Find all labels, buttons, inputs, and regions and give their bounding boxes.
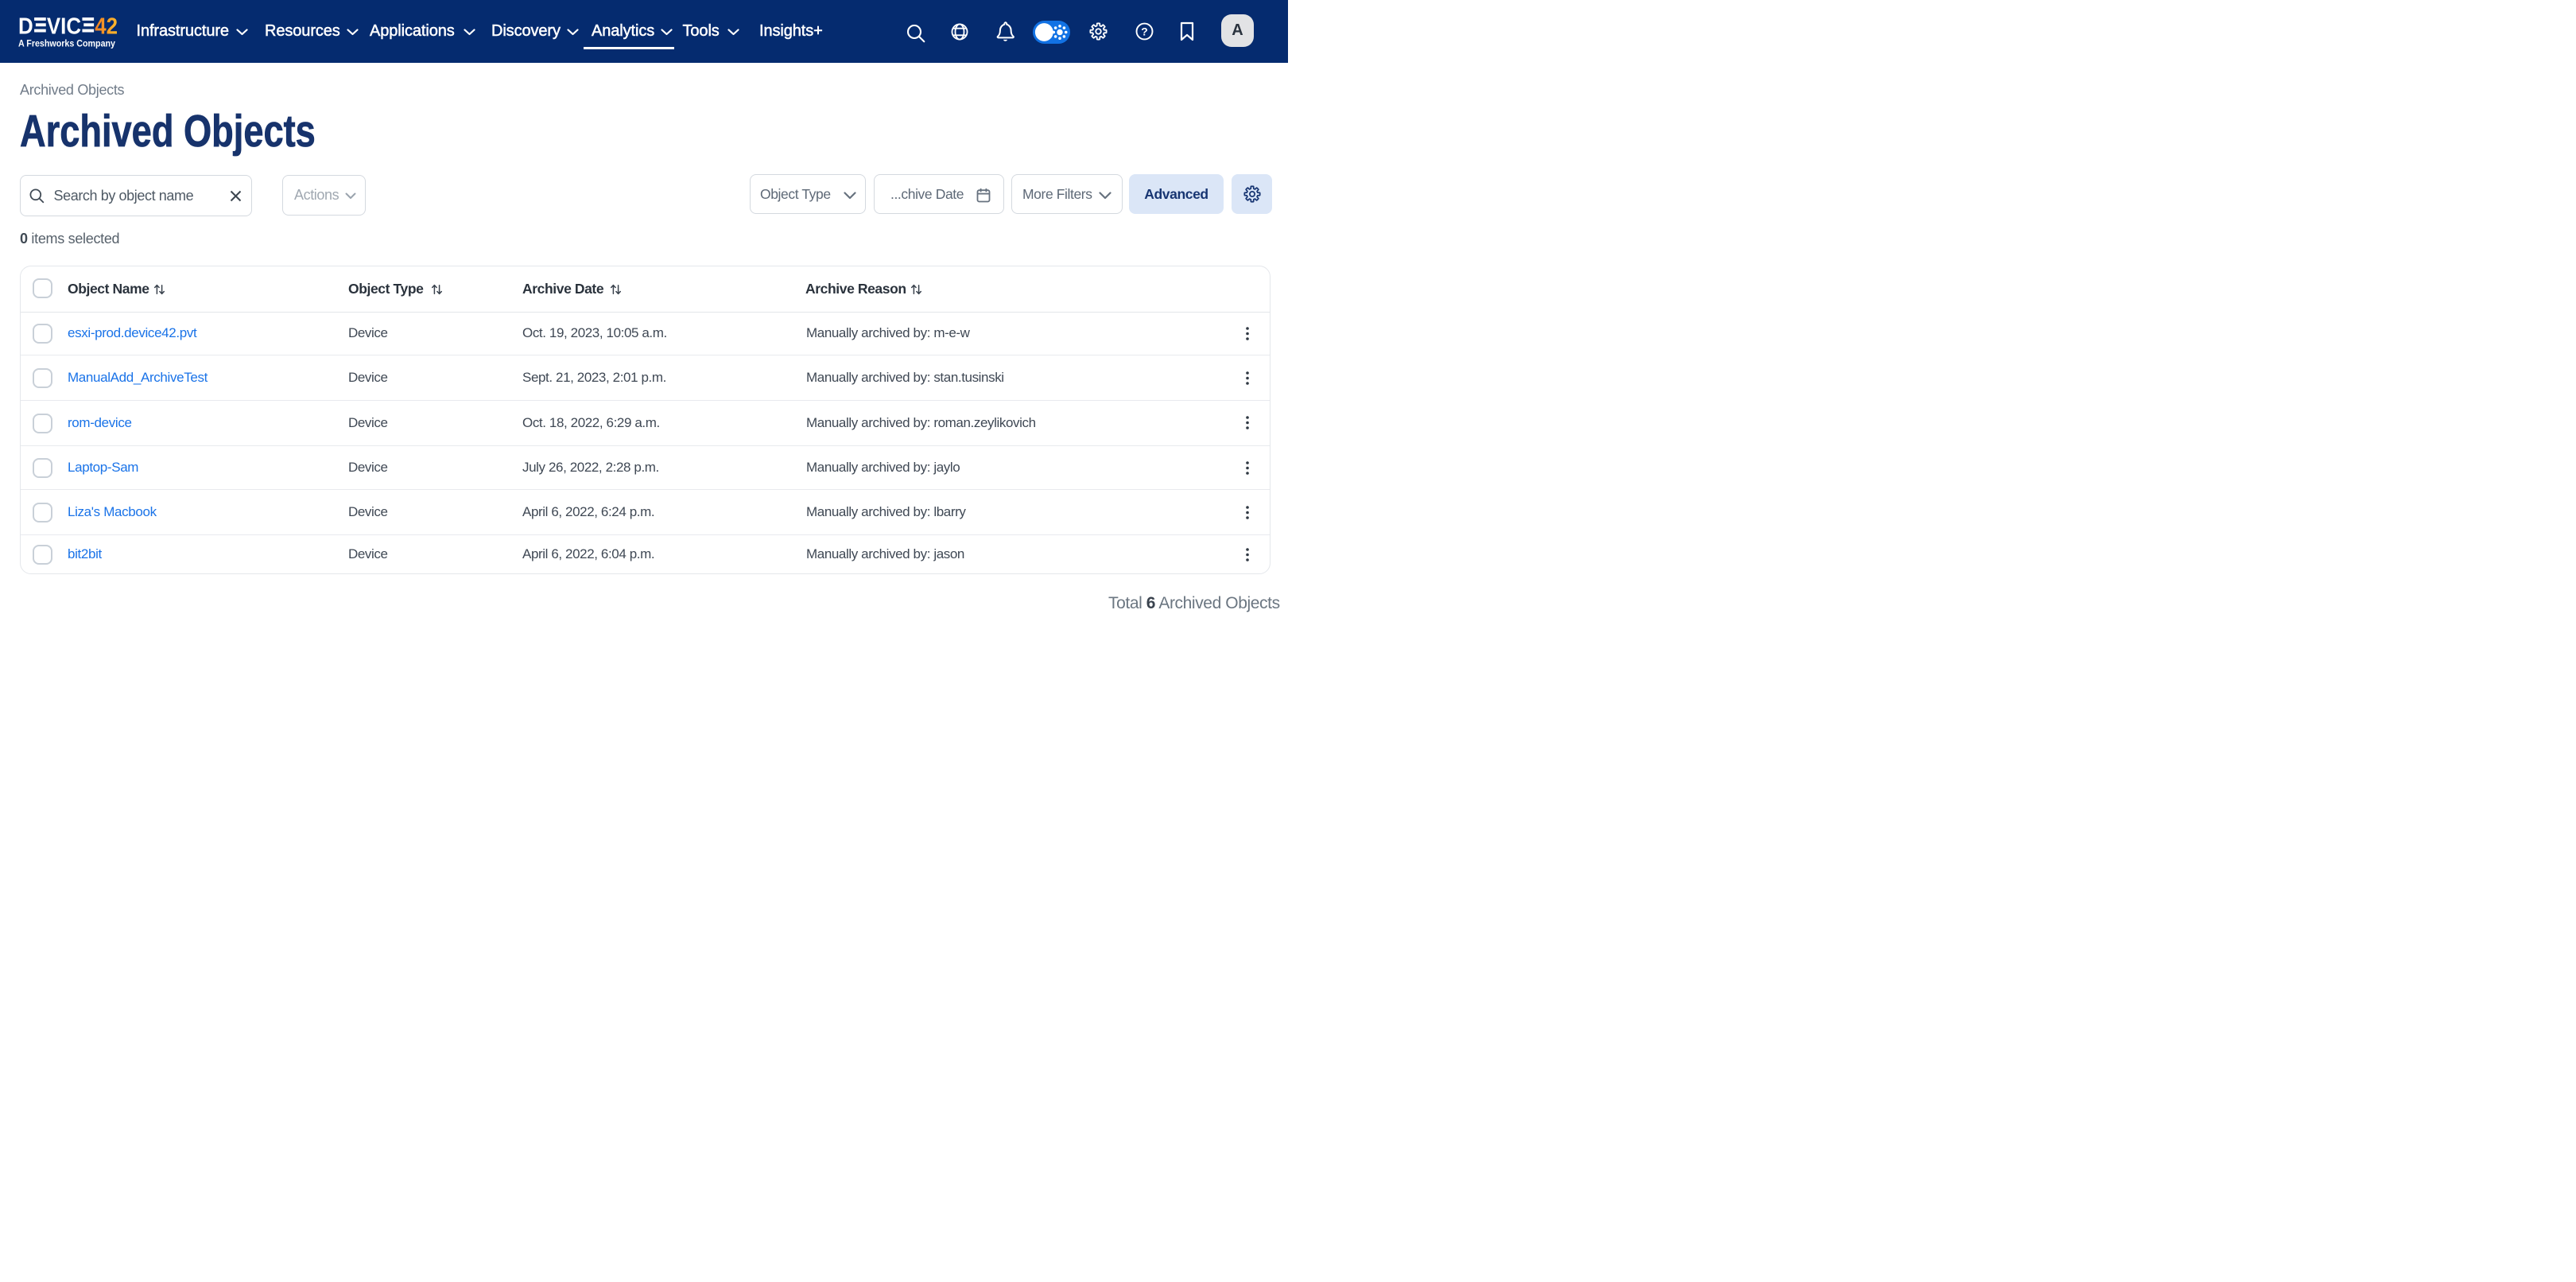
svg-text:D: D	[18, 16, 33, 39]
svg-text:VIC: VIC	[47, 16, 81, 39]
svg-text:?: ?	[1141, 25, 1147, 37]
svg-text:A Freshworks Company: A Freshworks Company	[18, 38, 115, 49]
svg-text:42: 42	[95, 16, 118, 39]
